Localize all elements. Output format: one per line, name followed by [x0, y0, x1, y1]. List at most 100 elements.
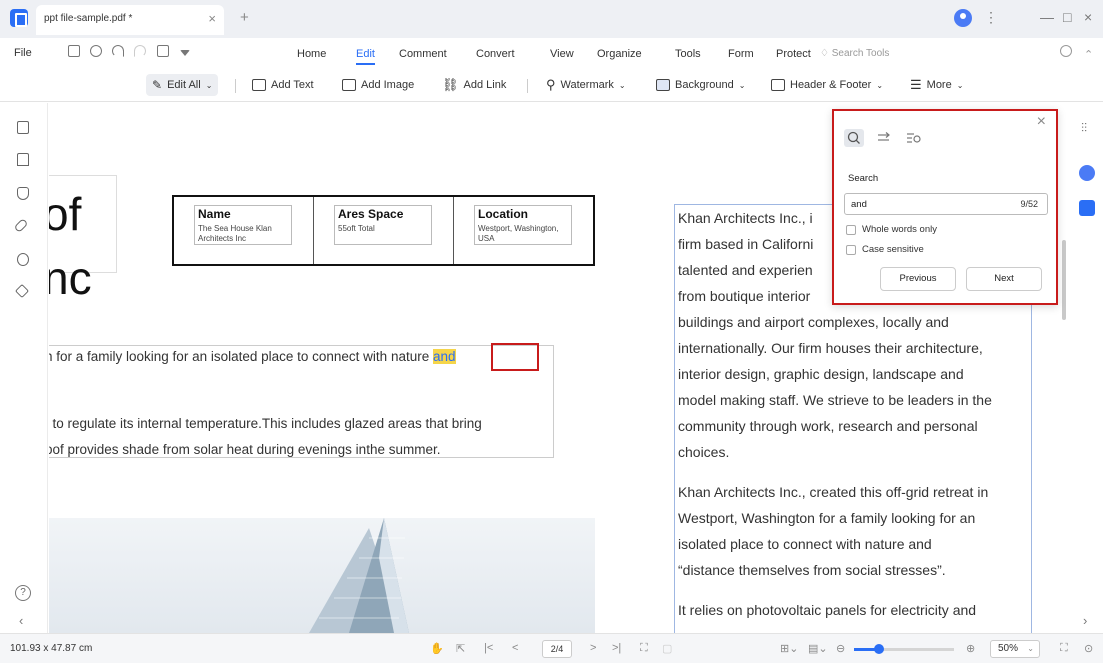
cloud-icon[interactable] — [1060, 45, 1072, 57]
layers-icon[interactable] — [14, 283, 30, 299]
collapse-right-icon[interactable]: › — [1083, 613, 1087, 628]
text-box-icon — [252, 79, 266, 91]
menu-form[interactable]: Form — [728, 48, 754, 60]
menu-protect[interactable]: Protect — [776, 48, 811, 60]
collapse-left-icon[interactable]: ‹ — [19, 613, 23, 628]
page-thumbnails-icon[interactable] — [17, 121, 29, 134]
undo-icon[interactable] — [112, 45, 124, 57]
chevron-down-icon: ⌄ — [618, 80, 626, 90]
help-icon[interactable]: ? — [15, 585, 31, 601]
close-search-icon[interactable]: × — [1037, 113, 1046, 131]
text-cursor-fragment: e — [421, 349, 433, 364]
page-number-input[interactable]: 2/4 — [542, 640, 572, 658]
header-footer-label: Header & Footer — [790, 79, 872, 91]
add-text-label: Add Text — [271, 79, 314, 91]
menu-convert[interactable]: Convert — [476, 48, 515, 60]
replace-mode-tab[interactable] — [874, 129, 894, 147]
paragraph-line: n for a family looking for an isolated p… — [49, 349, 456, 364]
add-text-button[interactable]: Add Text — [252, 74, 314, 96]
attachment-icon[interactable] — [13, 218, 29, 233]
fit-page-icon[interactable]: ⛶ — [640, 642, 648, 655]
page-layout-icon[interactable]: ⊞⌄ — [780, 642, 798, 655]
next-page-icon[interactable]: > — [590, 642, 596, 654]
zoom-level-value: 50% — [998, 643, 1019, 654]
zoom-in-icon[interactable]: ⊕ — [966, 642, 975, 655]
info-column: Ares Space 55oft Total — [314, 197, 454, 264]
info-header: Location — [478, 207, 528, 221]
zoom-slider[interactable] — [854, 644, 954, 654]
edit-toolbar: ✎ Edit All ⌄ Add Text Add Image ⛓ Add Li… — [0, 68, 1103, 102]
first-page-icon[interactable]: |< — [484, 642, 493, 654]
account-avatar[interactable] — [954, 9, 972, 27]
edit-all-button[interactable]: ✎ Edit All ⌄ — [146, 74, 219, 96]
zoom-out-icon[interactable]: ⊖ — [836, 642, 845, 655]
menu-view[interactable]: View — [550, 48, 574, 60]
case-sensitive-checkbox[interactable] — [846, 245, 856, 255]
info-value: The Sea House Klan Architects Inc — [198, 224, 272, 243]
advanced-search-tab[interactable] — [904, 129, 924, 147]
add-link-button[interactable]: ⛓ Add Link — [442, 74, 506, 96]
menu-organize[interactable]: Organize — [597, 48, 642, 60]
next-match-button[interactable]: Next — [966, 267, 1042, 291]
whole-words-checkbox[interactable] — [846, 225, 856, 235]
select-tool-icon[interactable]: ⇱ — [456, 642, 465, 655]
info-value: Westport, Washington, USA — [478, 224, 559, 243]
properties-sliders-icon[interactable]: ⫶⫶ — [1081, 121, 1087, 136]
paragraph-line: ; to regulate its internal temperature.T… — [49, 416, 482, 431]
previous-match-button[interactable]: Previous — [880, 267, 956, 291]
redo-icon[interactable] — [134, 45, 146, 57]
add-image-label: Add Image — [361, 79, 415, 91]
previous-page-icon[interactable]: < — [512, 642, 518, 654]
fullscreen-icon[interactable]: ⛶ — [1060, 642, 1068, 655]
share-icon[interactable] — [157, 45, 169, 57]
chevron-down-icon: ⌄ — [738, 80, 746, 90]
paragraph-line: model making staff. We strieve to be lea… — [678, 392, 992, 408]
document-tab[interactable]: ppt file-sample.pdf * × — [36, 5, 224, 35]
search-input[interactable]: and — [844, 193, 1048, 215]
ai-assistant-icon[interactable] — [1079, 165, 1095, 181]
comment-icon[interactable] — [17, 187, 29, 200]
header-footer-button[interactable]: Header & Footer ⌄ — [771, 74, 883, 96]
print-icon[interactable] — [90, 45, 102, 57]
quick-access-dropdown-icon[interactable] — [180, 50, 190, 56]
menu-file[interactable]: File — [14, 47, 32, 59]
ai-translate-icon[interactable] — [1079, 200, 1095, 216]
menu-tools[interactable]: Tools — [675, 48, 701, 60]
new-tab-icon[interactable]: + — [240, 9, 249, 26]
bookmark-icon[interactable] — [17, 153, 29, 166]
background-button[interactable]: Background ⌄ — [656, 74, 745, 96]
watermark-button[interactable]: ⚲ Watermark ⌄ — [546, 74, 626, 96]
collapse-ribbon-icon[interactable]: ⌃ — [1084, 48, 1093, 61]
single-page-icon[interactable]: ▢ — [662, 642, 672, 655]
replace-icon — [878, 132, 890, 141]
search-mode-tab[interactable] — [844, 129, 864, 147]
chevron-down-icon: ⌄ — [205, 80, 213, 90]
zoom-level-select[interactable]: 50% ⌄ — [990, 640, 1040, 658]
zoom-slider-thumb[interactable] — [874, 644, 884, 654]
save-icon[interactable] — [68, 45, 80, 57]
search-tools-field[interactable]: ♢ Search Tools — [820, 48, 889, 59]
menu-bar: File Home Edit Comment Convert View Orga… — [0, 38, 1103, 68]
paragraph-line: choices. — [678, 444, 730, 460]
more-options-icon[interactable]: ⋮ — [984, 9, 998, 26]
settings-icon[interactable]: ⊙ — [1084, 642, 1093, 655]
close-window-icon[interactable]: × — [1084, 9, 1092, 25]
menu-comment[interactable]: Comment — [399, 48, 447, 60]
search-icon[interactable] — [17, 253, 29, 266]
menu-home[interactable]: Home — [297, 48, 326, 60]
info-header: Name — [198, 207, 231, 221]
hand-tool-icon[interactable]: ✋ — [430, 642, 444, 655]
view-mode-icon[interactable]: ▤⌄ — [808, 642, 828, 655]
pencil-icon: ✎ — [152, 78, 163, 92]
building-photo[interactable] — [49, 518, 595, 633]
more-button[interactable]: ☰ More ⌄ — [910, 74, 963, 96]
minimize-icon[interactable]: — — [1040, 9, 1054, 25]
add-image-button[interactable]: Add Image — [342, 74, 414, 96]
toolbar-divider — [527, 79, 528, 93]
tab-close-icon[interactable]: × — [208, 11, 216, 26]
menu-edit[interactable]: Edit — [356, 48, 375, 65]
maximize-icon[interactable]: □ — [1063, 9, 1071, 25]
document-scrollbar[interactable] — [1062, 240, 1066, 320]
last-page-icon[interactable]: >| — [612, 642, 621, 654]
paragraph-line: community through work, research and per… — [678, 418, 978, 434]
